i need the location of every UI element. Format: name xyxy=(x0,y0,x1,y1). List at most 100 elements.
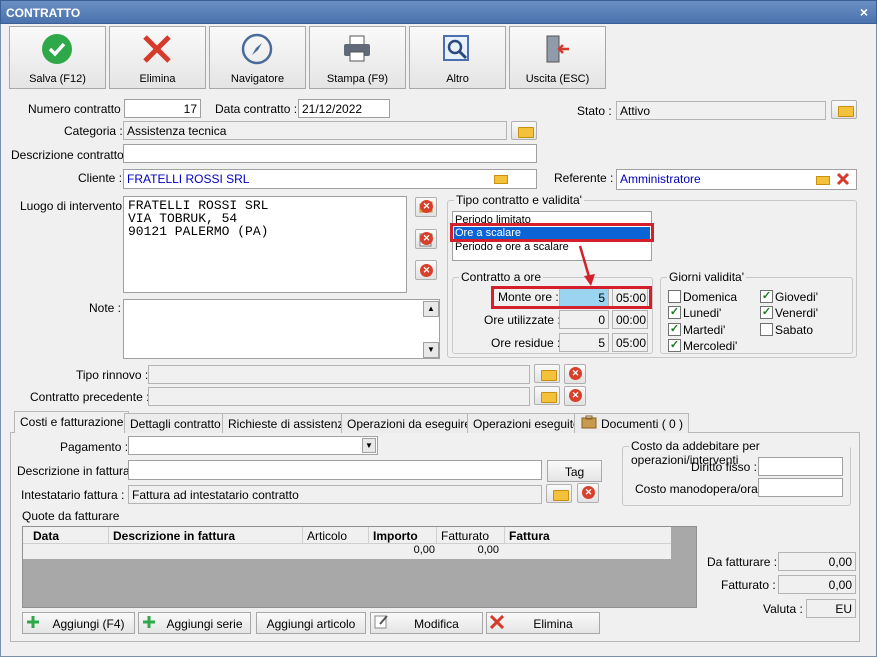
categoria-folder-button[interactable] xyxy=(511,121,537,140)
referente-folder-icon[interactable] xyxy=(816,176,830,185)
residue-time-field[interactable]: 05:00 xyxy=(612,333,648,352)
pagamento-label: Pagamento : xyxy=(60,440,129,454)
sabato-checkbox[interactable] xyxy=(760,323,773,336)
dafatturare-label: Da fatturare : xyxy=(707,555,778,569)
descrizione-label: Descrizione contratto : xyxy=(11,148,131,162)
venerdi-checkbox[interactable]: ✓ xyxy=(760,306,773,319)
martedi-label: Martedi' xyxy=(683,323,726,337)
save-label: Salva (F12) xyxy=(29,73,86,85)
descfatt-label: Descrizione in fattura xyxy=(17,464,130,478)
fatturato-field[interactable]: 0,00 xyxy=(778,575,856,594)
note-scroll-down[interactable]: ▼ xyxy=(423,342,439,358)
rinnovo-delete-button[interactable] xyxy=(564,364,586,384)
tag-button[interactable]: Tag xyxy=(547,460,602,482)
delete-x-icon xyxy=(490,615,504,629)
aggiungi-articolo-button[interactable]: Aggiungi articolo xyxy=(256,612,366,634)
referente-clear-icon[interactable] xyxy=(836,172,850,186)
tab-richieste[interactable]: Richieste di assistenza xyxy=(222,413,357,433)
manodopera-field[interactable] xyxy=(758,478,843,497)
utilizzate-label: Ore utilizzate : xyxy=(484,313,561,327)
giovedi-checkbox[interactable]: ✓ xyxy=(760,290,773,303)
plus-icon xyxy=(143,616,155,628)
utilizzate-field[interactable]: 0 xyxy=(559,310,609,329)
valuta-field[interactable]: EU xyxy=(806,599,856,618)
monte-highlight xyxy=(491,286,652,309)
lunedi-label: Lunedi' xyxy=(683,306,722,320)
precedente-folder-button[interactable] xyxy=(534,386,560,405)
exit-label: Uscita (ESC) xyxy=(525,73,590,85)
briefcase-icon xyxy=(581,415,597,429)
print-button[interactable]: Stampa (F9) xyxy=(309,26,406,89)
pagamento-select[interactable] xyxy=(128,436,378,455)
precedente-field[interactable] xyxy=(148,387,530,406)
lunedi-checkbox[interactable]: ✓ xyxy=(668,306,681,319)
categoria-label: Categoria : xyxy=(64,124,123,138)
col-data: Data xyxy=(23,527,109,544)
rinnovo-field[interactable] xyxy=(148,365,530,384)
cliente-folder-icon[interactable] xyxy=(494,175,508,184)
mercoledi-label: Mercoledi' xyxy=(683,339,738,353)
note-scroll-up[interactable]: ▲ xyxy=(423,301,439,317)
open-folder-button[interactable] xyxy=(415,197,437,217)
diritto-field[interactable] xyxy=(758,457,843,476)
precedente-delete-button[interactable] xyxy=(564,386,586,406)
arrow-icon xyxy=(578,245,595,286)
other-button[interactable]: Altro xyxy=(409,26,506,89)
rinnovo-folder-button[interactable] xyxy=(534,364,560,383)
fatturato-label: Fatturato : xyxy=(721,578,776,592)
data-label: Data contratto : xyxy=(215,102,298,116)
luogo-textarea[interactable]: FRATELLI ROSSI SRL VIA TOBRUK, 54 90121 PA… xyxy=(123,196,407,293)
delete-label: Elimina xyxy=(139,73,176,85)
note-label: Note : xyxy=(89,301,122,315)
tab-dettagli[interactable]: Dettagli contratto xyxy=(124,413,227,433)
pagamento-dropdown-icon[interactable]: ▼ xyxy=(362,438,376,453)
categoria-field[interactable]: Assistenza tecnica xyxy=(123,121,507,140)
intestatario-field[interactable]: Fattura ad intestatario contratto xyxy=(128,485,542,504)
numero-field[interactable]: 17 xyxy=(124,99,201,118)
exit-door-icon xyxy=(546,35,569,63)
mercoledi-checkbox[interactable]: ✓ xyxy=(668,339,681,352)
sabato-label: Sabato xyxy=(775,323,814,337)
descfatt-field[interactable] xyxy=(128,460,542,480)
dafatturare-field[interactable]: 0,00 xyxy=(778,552,856,571)
precedente-label: Contratto precedente : xyxy=(30,390,150,404)
luogo-delete-button[interactable]: ✕ xyxy=(415,260,437,280)
tipo-highlight xyxy=(450,223,654,242)
tab-operazioni-da-eseguire[interactable]: Operazioni da eseguire xyxy=(341,413,478,433)
tipo-option-periodo-ore[interactable]: Periodo e ore a scalare xyxy=(455,241,569,253)
exit-button[interactable]: Uscita (ESC) xyxy=(509,26,606,89)
residue-field[interactable]: 5 xyxy=(559,333,609,352)
stato-folder-button[interactable] xyxy=(831,100,857,119)
close-button[interactable]: × xyxy=(860,4,868,20)
edit-button[interactable] xyxy=(415,229,437,249)
note-textarea[interactable] xyxy=(123,299,440,359)
luogo-line-3: 90121 PALERMO (PA) xyxy=(128,224,269,239)
save-button[interactable]: Salva (F12) xyxy=(9,26,106,89)
tipo-group-title: Tipo contratto e validita' xyxy=(454,193,584,207)
data-field[interactable]: 21/12/2022 xyxy=(298,99,390,118)
stato-field[interactable]: Attivo xyxy=(616,101,826,120)
edit-pencil-icon xyxy=(419,233,433,247)
tab-operazioni-eseguite[interactable]: Operazioni eseguite xyxy=(467,413,586,433)
domenica-checkbox[interactable] xyxy=(668,290,681,303)
descrizione-field[interactable] xyxy=(123,144,537,163)
other-label: Altro xyxy=(446,73,469,85)
table-header-row: Data Descrizione in fattura Articolo Imp… xyxy=(23,527,671,559)
cliente-field[interactable]: FRATELLI ROSSI SRL xyxy=(123,169,537,189)
tab-costi[interactable]: Costi e fatturazione xyxy=(14,411,130,433)
delete-button[interactable]: Elimina xyxy=(109,26,206,89)
intestatario-delete-button[interactable] xyxy=(577,483,599,503)
title-bar: CONTRATTO × xyxy=(0,0,877,24)
navigator-button[interactable]: Navigatore xyxy=(209,26,306,89)
referente-label: Referente : xyxy=(554,171,614,185)
compass-icon xyxy=(241,33,273,65)
print-label: Stampa (F9) xyxy=(326,73,389,85)
manodopera-label: Costo manodopera/ora : xyxy=(635,482,765,496)
utilizzate-time-field[interactable]: 00:00 xyxy=(612,310,648,329)
intestatario-folder-button[interactable] xyxy=(546,484,572,503)
stato-label: Stato : xyxy=(577,104,612,118)
printer-icon xyxy=(344,35,370,62)
quote-label: Quote da fatturare xyxy=(22,509,120,523)
martedi-checkbox[interactable]: ✓ xyxy=(668,323,681,336)
col-importo: Importo xyxy=(369,527,437,544)
